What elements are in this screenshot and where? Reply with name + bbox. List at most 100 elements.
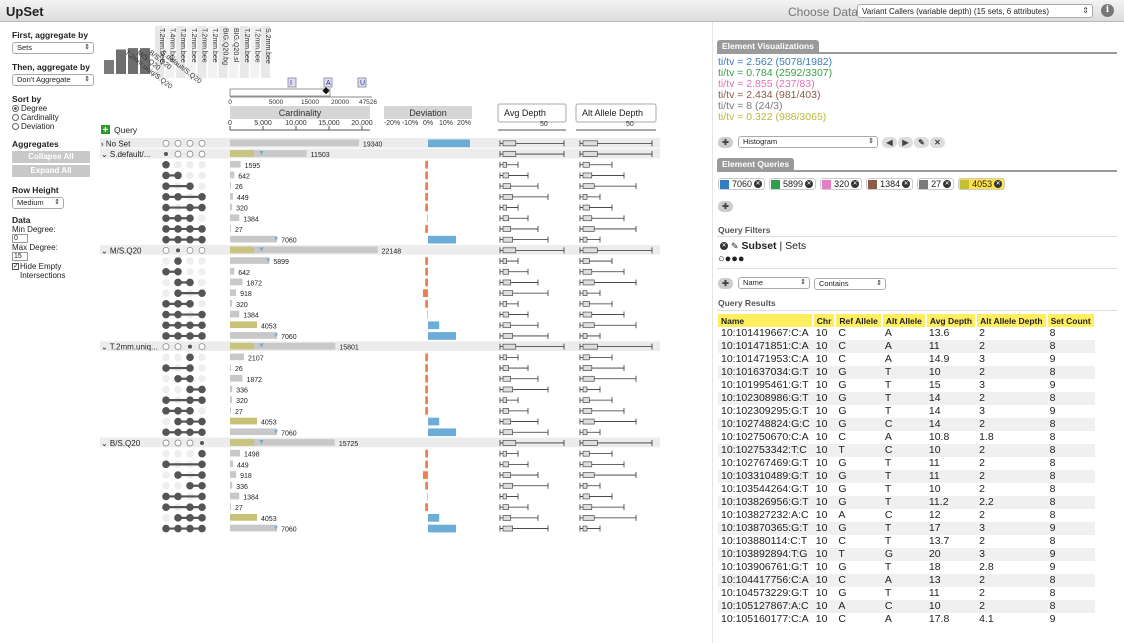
table-row[interactable]: 10:101995461:G:T 10 G T 15 3 9	[718, 379, 1095, 392]
cardinality-bar	[230, 182, 231, 189]
pencil-icon[interactable]: ✎	[914, 136, 929, 148]
table-row[interactable]: 10:103880114:C:T 10 C T 13.7 2 8	[718, 535, 1095, 548]
arrow-left-icon[interactable]: ◀	[882, 136, 897, 148]
table-row[interactable]: 10:102767469:G:T 10 G T 11 2 8	[718, 457, 1095, 470]
close-icon[interactable]: ✕	[754, 180, 763, 188]
cardinality-label: 2107	[248, 355, 264, 362]
query-pill[interactable]: 4053 ✕	[958, 178, 1006, 190]
cardinality-label: 19340	[363, 141, 383, 148]
group-label: ⌄ S.default/...	[101, 150, 150, 159]
visualization-select[interactable]: Histogram	[738, 136, 878, 148]
table-cell: 14.9	[928, 353, 950, 365]
table-row[interactable]: 10:101471851:C:A 10 C A 11 2 8	[718, 340, 1095, 353]
close-icon[interactable]: ✕	[805, 180, 814, 188]
table-row[interactable]: 10:102748824:G:C 10 G C 14 2 8	[718, 418, 1095, 431]
table-row[interactable]: 10:101471953:C:A 10 C A 14.9 3 9	[718, 353, 1095, 366]
box	[582, 226, 595, 232]
box	[502, 418, 511, 425]
then-aggregate-select[interactable]: Don't Aggregate	[12, 74, 94, 86]
column-header[interactable]: Name	[718, 314, 814, 327]
remove-filter-icon[interactable]: ✕	[720, 242, 728, 250]
add-visualization-button[interactable]: ✚	[718, 136, 733, 148]
close-icon[interactable]: ✕	[943, 180, 952, 188]
min-degree-input[interactable]: 0	[12, 234, 28, 243]
hide-empty-checkbox[interactable]: ✓	[12, 263, 19, 270]
column-header[interactable]: Ref Allele	[835, 314, 883, 327]
color-swatch	[771, 179, 781, 189]
table-row[interactable]: 10:102753342:T:C 10 T C 10 2 8	[718, 444, 1095, 457]
table-row[interactable]: 10:103827232:A:C 10 A C 12 2 8	[718, 509, 1095, 522]
membership-dot	[188, 344, 192, 349]
box	[582, 354, 590, 361]
column-header[interactable]: Avg Depth	[925, 314, 978, 327]
table-cell: 10:103870365:G:T	[718, 522, 813, 535]
query-pill[interactable]: 7060 ✕	[718, 178, 766, 190]
membership-dot	[198, 343, 206, 351]
query-filters-label: Query Filters	[718, 225, 771, 235]
query-pill[interactable]: 1384 ✕	[866, 178, 914, 190]
max-degree-input[interactable]: 15	[12, 252, 28, 261]
sort-option[interactable]: Cardinality	[12, 113, 100, 122]
table-row[interactable]: 10:101419667:C:A 10 C A 13.6 2 8	[718, 327, 1095, 340]
first-aggregate-select[interactable]: Sets	[12, 42, 94, 54]
membership-dot	[198, 278, 206, 287]
table-row[interactable]: 10:102309295:G:T 10 G T 14 3 9	[718, 405, 1095, 418]
table-row[interactable]: 10:102308986:G:T 10 G T 14 2 8	[718, 392, 1095, 405]
close-icon[interactable]: ✕	[902, 180, 911, 188]
table-cell: 10:101471851:C:A	[718, 340, 813, 353]
column-header[interactable]: Alt Allele Depth	[976, 314, 1048, 327]
cardinality-label: 336	[236, 484, 248, 491]
table-row[interactable]: 10:103310489:G:T 10 G T 11 2 8	[718, 470, 1095, 483]
query-pill[interactable]: 5899 ✕	[769, 178, 817, 190]
table-row[interactable]: 10:101637034:G:T 10 G T 10 2 8	[718, 366, 1095, 379]
radio-button[interactable]	[12, 123, 19, 130]
membership-dot	[162, 449, 170, 458]
radio-button[interactable]	[12, 105, 19, 112]
subset-filter-dots[interactable]: ○●●●	[718, 253, 745, 265]
add-filter-button[interactable]: ✚	[718, 277, 733, 289]
column-header[interactable]: Alt Allele	[881, 314, 927, 327]
table-row[interactable]: 10:104573229:G:T 10 G T 11 2 8	[718, 587, 1095, 600]
table-row[interactable]: 10:103870365:G:T 10 G T 17 3 9	[718, 522, 1095, 535]
membership-dot	[162, 246, 170, 254]
filter-operator-select[interactable]: Contains	[814, 278, 886, 290]
column-header[interactable]: Chr	[812, 314, 837, 327]
table-row[interactable]: 10:102750670:C:A 10 C A 10.8 1.8 8	[718, 431, 1095, 444]
membership-dot	[186, 139, 194, 147]
table-cell: 10	[815, 613, 828, 625]
table-cell: G	[835, 522, 882, 535]
sort-option[interactable]: Deviation	[12, 122, 100, 131]
info-icon[interactable]: i	[1101, 4, 1114, 17]
sort-option[interactable]: Degree	[12, 104, 100, 113]
table-cell: 14	[928, 405, 941, 417]
radio-button[interactable]	[12, 114, 19, 121]
filter-field-select[interactable]: Name	[738, 277, 810, 289]
cardinality-label: 1384	[243, 494, 259, 501]
collapse-all-button[interactable]: Collapse All	[12, 151, 90, 163]
arrow-right-icon[interactable]: ▶	[898, 136, 913, 148]
element-visualizations-tab[interactable]: Element Visualizations	[717, 40, 819, 52]
table-cell: 10	[815, 483, 828, 495]
expand-all-button[interactable]: Expand All	[12, 165, 90, 177]
table-row[interactable]: 10:103826956:G:T 10 G T 11.2 2.2 8	[718, 496, 1095, 509]
dataset-select[interactable]: Variant Callers (variable depth) (15 set…	[857, 4, 1093, 18]
query-label: 5899	[783, 179, 804, 189]
close-icon[interactable]: ✕	[994, 180, 1003, 188]
cardinality-bar	[230, 310, 240, 318]
row-height-select[interactable]: Medium	[12, 197, 64, 209]
query-pill[interactable]: 320 ✕	[820, 178, 863, 190]
pencil-icon[interactable]: ✎	[731, 241, 739, 252]
column-header[interactable]: Set Count	[1046, 314, 1096, 327]
close-icon[interactable]: ✕	[930, 136, 945, 148]
element-queries-tab[interactable]: Element Queries	[717, 158, 795, 170]
query-pill[interactable]: 27 ✕	[917, 178, 955, 190]
table-row[interactable]: 10:103906761:G:T 10 G T 18 2.8 9	[718, 561, 1095, 574]
table-row[interactable]: 10:105127867:A:C 10 A C 10 2 8	[718, 600, 1095, 613]
add-query-button[interactable]: ✚	[718, 201, 733, 212]
table-row[interactable]: 10:103544264:G:T 10 G T 10 2 8	[718, 483, 1095, 496]
table-row[interactable]: 10:105160177:C:A 10 C A 17.8 4.1 9	[718, 613, 1095, 626]
table-cell: 10:104573229:G:T	[721, 587, 809, 599]
close-icon[interactable]: ✕	[851, 180, 860, 188]
table-row[interactable]: 10:103892894:T:G 10 T G 20 3 9	[718, 548, 1095, 561]
table-row[interactable]: 10:104417756:C:A 10 C A 13 2 8	[718, 574, 1095, 587]
